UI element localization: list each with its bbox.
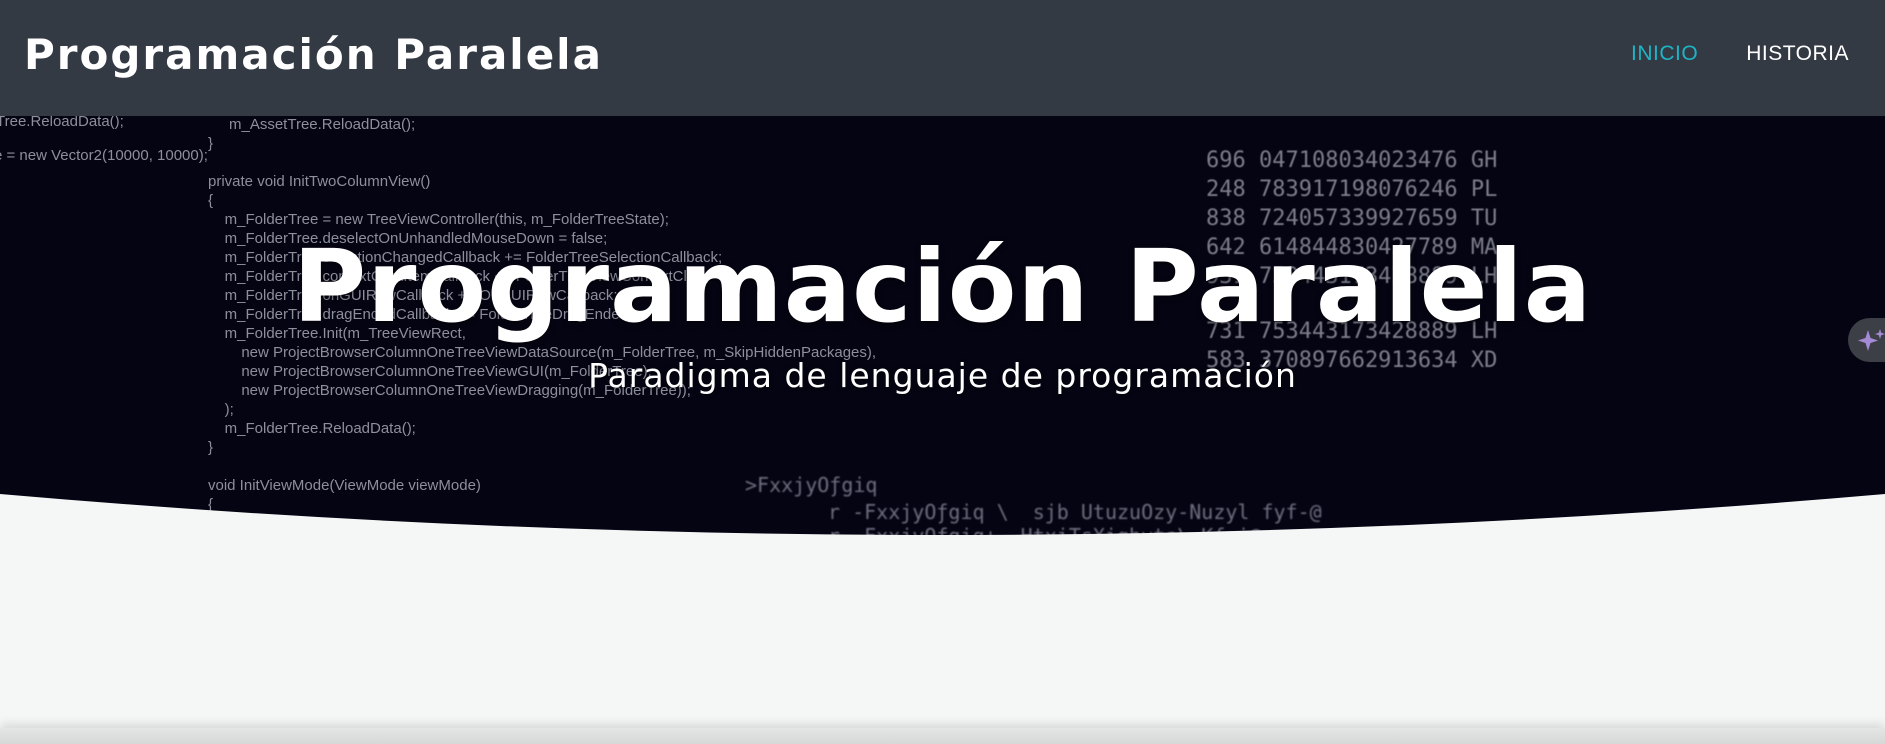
nav-link-inicio[interactable]: INICIO xyxy=(1631,42,1698,66)
code-fragment: e = new Vector2(10000, 10000); xyxy=(0,147,208,164)
code-line: } xyxy=(208,439,214,456)
code-line: m_FolderTree = new TreeViewController(th… xyxy=(208,211,669,228)
sparkle-icon xyxy=(1858,329,1885,351)
code-line: m_AssetTree.ReloadData(); xyxy=(229,116,416,133)
code-line: { xyxy=(208,192,214,209)
nav-link-historia[interactable]: HISTORIA xyxy=(1746,42,1849,66)
code-line: } xyxy=(208,135,214,152)
number-line: 248 783917198076246 PL xyxy=(1206,177,1498,202)
code-line: ); xyxy=(208,401,234,418)
number-line: 696 047108034023476 GH xyxy=(1206,148,1498,173)
nav-links: INICIO HISTORIA xyxy=(1631,42,1849,66)
code-line: m_FolderTree.ReloadData(); xyxy=(208,420,416,437)
code-fragment: Tree.ReloadData(); xyxy=(0,116,124,130)
top-navbar: Programación Paralela INICIO HISTORIA xyxy=(0,0,1885,116)
brand-link[interactable]: Programación Paralela xyxy=(24,30,603,79)
code-line: private void InitTwoColumnView() xyxy=(208,173,431,190)
assistant-button[interactable] xyxy=(1848,318,1885,362)
hero-curve-divider xyxy=(0,494,1885,556)
hero-subtitle: Paradigma de lenguaje de programación xyxy=(588,356,1297,395)
hero-title: Programación Paralela xyxy=(292,228,1593,345)
next-section-edge xyxy=(0,728,1885,744)
